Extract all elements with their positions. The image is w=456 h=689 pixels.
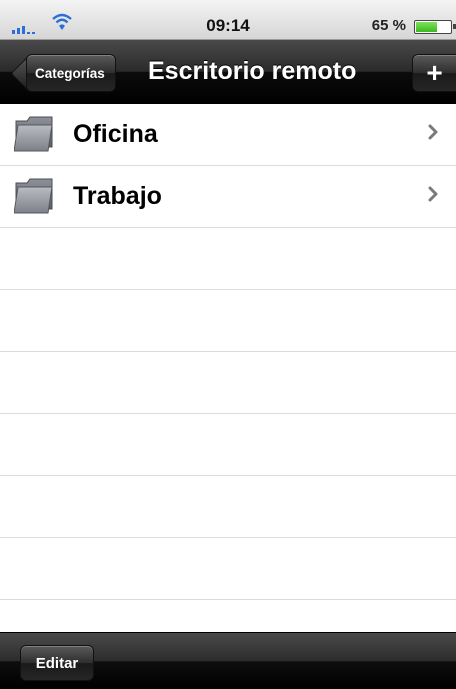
empty-row: [0, 290, 456, 352]
battery-level-fill: [416, 22, 438, 32]
list-item-oficina[interactable]: Oficina: [0, 104, 456, 166]
bottom-toolbar: Editar: [0, 632, 456, 689]
chevron-right-icon: [428, 186, 438, 202]
page-title: Escritorio remoto: [148, 57, 357, 85]
edit-button[interactable]: Editar: [20, 645, 94, 681]
empty-row: [0, 414, 456, 476]
empty-row: [0, 352, 456, 414]
empty-row: [0, 538, 456, 600]
list-item-label: Oficina: [73, 120, 158, 148]
add-button[interactable]: +: [412, 54, 456, 92]
empty-row: [0, 476, 456, 538]
category-list: Oficina Trabajo: [0, 104, 456, 632]
back-button-categorias[interactable]: Categorías: [26, 54, 116, 92]
list-item-label: Trabajo: [73, 182, 162, 210]
navigation-bar: Categorías Escritorio remoto +: [0, 40, 456, 104]
folder-icon: [14, 116, 53, 152]
list-item-trabajo[interactable]: Trabajo: [0, 166, 456, 228]
folder-icon: [14, 178, 53, 214]
status-bar: 09:14 65 %: [0, 0, 456, 40]
battery-percent: 65 %: [371, 17, 406, 34]
screen: 09:14 65 % Categorías Escritorio remoto …: [0, 0, 456, 689]
empty-row: [0, 228, 456, 290]
chevron-right-icon: [428, 124, 438, 140]
battery-icon: [414, 20, 452, 34]
